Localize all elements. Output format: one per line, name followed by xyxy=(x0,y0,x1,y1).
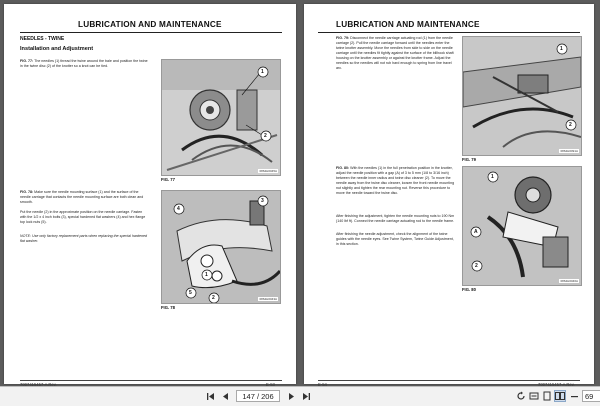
alignment-paragraph: After finishing the needle adjustment, c… xyxy=(336,232,454,246)
zoom-out-button[interactable] xyxy=(568,390,580,402)
fig80-paragraph: FIG. 80: With the needles (1) in the ful… xyxy=(336,166,455,195)
right-page: LUBRICATION AND MAINTENANCE FIG. 79: Dis… xyxy=(304,4,594,387)
header-rule xyxy=(20,32,282,33)
fig79-paragraph: FIG. 79: Disconnect the needle carriage … xyxy=(336,36,454,70)
fig79-caption: FIG. 79 xyxy=(462,157,476,162)
fig77-image: 1 2 0864H0045A xyxy=(161,59,281,176)
fig78-paragraph: FIG. 78: Make sure the needle mounting s… xyxy=(20,190,144,204)
zoom-level-field[interactable]: 69 xyxy=(582,390,600,402)
first-page-icon xyxy=(206,392,214,400)
after-adjustment-paragraph: After finishing the adjustment, tighten … xyxy=(336,214,455,223)
fit-page-button[interactable] xyxy=(541,390,553,402)
section-title: NEEDLES - TWINE xyxy=(20,36,65,42)
page-header-title: LUBRICATION AND MAINTENANCE xyxy=(336,20,480,29)
fig77-paragraph: FIG. 77: The needles (1) thread the twin… xyxy=(20,59,148,68)
fig80-callout-2: 2 xyxy=(475,263,478,269)
put-needle-paragraph: Put the needle (2) in the approximate po… xyxy=(20,210,146,224)
fit-width-icon xyxy=(529,392,539,400)
last-page-icon xyxy=(302,392,310,400)
fig79-callout-2: 2 xyxy=(569,122,572,128)
next-page-icon xyxy=(288,392,294,400)
fig79-callout-1: 1 xyxy=(560,46,563,52)
left-page: LUBRICATION AND MAINTENANCE NEEDLES - TW… xyxy=(4,4,296,387)
fig80-caption: FIG. 80 xyxy=(462,287,476,292)
fig78-ref-code: 0864H0043A xyxy=(258,297,278,301)
note-paragraph: NOTE: Use only factory replacement parts… xyxy=(20,234,148,243)
fig80-image: 1 A 2 0864H0046A xyxy=(462,166,582,286)
previous-page-button[interactable] xyxy=(219,390,231,402)
fig77-callout-1: 1 xyxy=(261,69,264,75)
fig80-ref-code: 0864H0046A xyxy=(559,279,579,283)
fig78-callout-3: 3 xyxy=(261,198,264,204)
fig78-callout-5: 5 xyxy=(189,290,192,296)
fig78-caption: FIG. 78 xyxy=(161,305,175,310)
fit-width-button[interactable] xyxy=(528,390,540,402)
viewer-toolbar: 147 / 206 69 xyxy=(0,386,600,406)
fig78-callout-1: 1 xyxy=(205,272,208,278)
minus-icon xyxy=(570,395,578,397)
fig78-image: 4 3 1 5 2 0864H0043A xyxy=(161,190,281,304)
fig77-callout-2: 2 xyxy=(264,133,267,139)
rotate-button[interactable] xyxy=(515,390,527,402)
first-page-button[interactable] xyxy=(204,390,216,402)
fig79-image: 1 2 0864H0091A xyxy=(462,36,582,156)
page-header-title: LUBRICATION AND MAINTENANCE xyxy=(78,20,222,29)
footer-rule xyxy=(20,380,282,381)
two-page-icon xyxy=(555,392,565,400)
page-number-field[interactable]: 147 / 206 xyxy=(236,390,280,402)
fit-page-icon xyxy=(543,391,551,401)
fig80-callout-a: A xyxy=(474,229,478,235)
fig77-ref-code: 0864H0045A xyxy=(258,169,278,173)
last-page-button[interactable] xyxy=(300,390,312,402)
subheading: Installation and Adjustment xyxy=(20,46,94,52)
footer-rule xyxy=(318,380,580,381)
fig78-callout-4: 4 xyxy=(177,206,180,212)
next-page-button[interactable] xyxy=(285,390,297,402)
fig79-ref-code: 0864H0091A xyxy=(559,149,579,153)
two-page-view-button[interactable] xyxy=(554,390,566,402)
rotate-icon xyxy=(517,391,525,400)
fig80-callout-1: 1 xyxy=(491,174,494,180)
header-rule xyxy=(318,32,580,33)
fig77-caption: FIG. 77 xyxy=(161,177,175,182)
previous-page-icon xyxy=(222,392,228,400)
fig78-callout-2: 2 xyxy=(212,295,215,301)
